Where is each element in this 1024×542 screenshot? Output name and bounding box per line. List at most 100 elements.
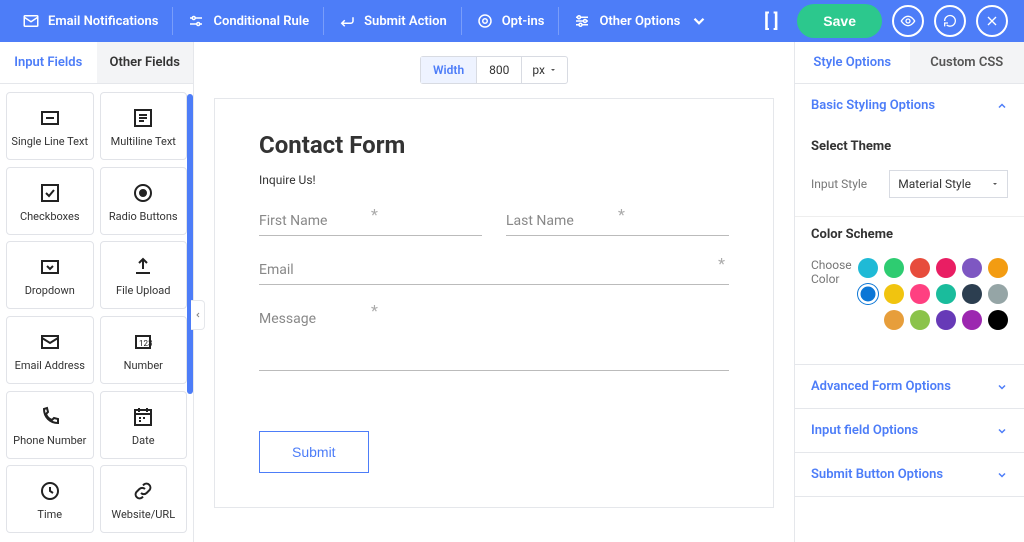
link-icon xyxy=(131,479,155,503)
accordion-title: Basic Styling Options xyxy=(811,98,935,113)
color-swatch[interactable] xyxy=(962,284,982,304)
color-swatch[interactable] xyxy=(858,284,878,304)
field-label: Phone Number xyxy=(13,435,86,447)
mail-icon xyxy=(22,12,40,30)
accordion-title: Input field Options xyxy=(811,423,918,438)
color-swatch[interactable] xyxy=(988,284,1008,304)
form-field-first-name[interactable]: *First Name xyxy=(259,213,482,236)
field-label: Time xyxy=(37,509,62,521)
refresh-icon xyxy=(942,13,958,29)
refresh-button[interactable] xyxy=(934,5,966,37)
form-subtitle: Inquire Us! xyxy=(259,173,729,187)
select-value: Material Style xyxy=(898,177,971,191)
color-swatch[interactable] xyxy=(936,284,956,304)
menu-label: Email Notifications xyxy=(48,14,158,29)
field-website-url[interactable]: Website/URL xyxy=(100,465,188,533)
color-swatch[interactable] xyxy=(910,258,930,278)
field-phone-number[interactable]: Phone Number xyxy=(6,391,94,459)
field-label: Multiline Text xyxy=(111,136,176,148)
clock-icon xyxy=(38,479,62,503)
field-label: File Upload xyxy=(116,285,170,297)
message-textarea[interactable] xyxy=(259,333,729,371)
top-toolbar: Email Notifications Conditional Rule Sub… xyxy=(0,0,1024,42)
close-icon xyxy=(984,13,1000,29)
color-swatch[interactable] xyxy=(910,310,930,330)
accordion-header-submit-button[interactable]: Submit Button Options xyxy=(795,453,1024,496)
envelope-icon xyxy=(38,330,62,354)
unit-label: px xyxy=(532,63,545,77)
submit-action-menu[interactable]: Submit Action xyxy=(324,7,462,35)
menu-label: Conditional Rule xyxy=(213,14,309,29)
field-email-address[interactable]: Email Address xyxy=(6,316,94,384)
color-swatch[interactable] xyxy=(884,310,904,330)
caret-down-icon xyxy=(991,180,999,188)
field-number[interactable]: 123Number xyxy=(100,316,188,384)
sliders-icon xyxy=(187,12,205,30)
field-label: Message xyxy=(259,311,729,333)
field-dropdown[interactable]: Dropdown xyxy=(6,241,94,309)
field-label: Checkboxes xyxy=(20,211,80,223)
choose-color-label: Choose Color xyxy=(811,258,858,286)
accordion-header-advanced[interactable]: Advanced Form Options xyxy=(795,365,1024,408)
color-swatch[interactable] xyxy=(962,310,982,330)
form-field-message[interactable]: *Message xyxy=(259,311,729,375)
field-label: Date xyxy=(132,435,155,447)
width-unit-select[interactable]: px xyxy=(521,57,567,83)
field-time[interactable]: Time xyxy=(6,465,94,533)
form-preview[interactable]: Contact Form Inquire Us! *First Name *La… xyxy=(214,98,774,508)
close-button[interactable] xyxy=(976,5,1008,37)
field-label: Single Line Text xyxy=(11,136,88,148)
chevron-down-icon xyxy=(996,425,1008,437)
accordion-header-input-field[interactable]: Input field Options xyxy=(795,409,1024,452)
input-style-select[interactable]: Material Style xyxy=(889,170,1008,198)
required-asterisk: * xyxy=(371,301,378,320)
return-icon xyxy=(338,12,356,30)
canvas-width-control: Width 800 px xyxy=(420,56,568,84)
field-single-line-text[interactable]: Single Line Text xyxy=(6,92,94,160)
color-swatch[interactable] xyxy=(884,258,904,278)
text-multiline-icon xyxy=(131,106,155,130)
form-field-email[interactable]: *Email xyxy=(259,262,729,285)
field-multiline-text[interactable]: Multiline Text xyxy=(100,92,188,160)
tab-style-options[interactable]: Style Options xyxy=(795,42,910,83)
other-options-menu[interactable]: Other Options xyxy=(559,7,722,35)
chevron-down-icon xyxy=(996,469,1008,481)
tab-custom-css[interactable]: Custom CSS xyxy=(910,42,1024,83)
conditional-rule-menu[interactable]: Conditional Rule xyxy=(173,7,324,35)
field-label: Radio Buttons xyxy=(109,211,178,223)
color-swatch[interactable] xyxy=(936,258,956,278)
color-swatch[interactable] xyxy=(962,258,982,278)
form-field-last-name[interactable]: *Last Name xyxy=(506,213,729,236)
color-swatch[interactable] xyxy=(910,284,930,304)
color-swatch[interactable] xyxy=(858,258,878,278)
field-radio-buttons[interactable]: Radio Buttons xyxy=(100,167,188,235)
preview-button[interactable] xyxy=(892,5,924,37)
field-checkboxes[interactable]: Checkboxes xyxy=(6,167,94,235)
color-swatch[interactable] xyxy=(988,258,1008,278)
collapse-left-panel[interactable] xyxy=(191,300,205,330)
radio-icon xyxy=(131,181,155,205)
tab-input-fields[interactable]: Input Fields xyxy=(0,42,97,83)
menu-label: Other Options xyxy=(599,14,680,29)
color-swatch[interactable] xyxy=(988,310,1008,330)
optins-menu[interactable]: Opt-ins xyxy=(462,7,560,35)
eye-icon xyxy=(900,13,916,29)
color-swatch[interactable] xyxy=(884,284,904,304)
field-date[interactable]: Date xyxy=(100,391,188,459)
accordion-header-basic[interactable]: Basic Styling Options xyxy=(795,84,1024,127)
tab-other-fields[interactable]: Other Fields xyxy=(97,42,194,83)
email-notifications-menu[interactable]: Email Notifications xyxy=(8,7,173,35)
shortcode-button[interactable]: [ ] xyxy=(755,5,787,37)
save-button[interactable]: Save xyxy=(797,4,882,38)
field-file-upload[interactable]: File Upload xyxy=(100,241,188,309)
color-swatch[interactable] xyxy=(936,310,956,330)
required-asterisk: * xyxy=(718,254,725,273)
required-asterisk: * xyxy=(618,205,625,224)
form-submit-button[interactable]: Submit xyxy=(259,431,369,473)
chevron-up-icon xyxy=(996,100,1008,112)
left-scrollbar[interactable] xyxy=(187,94,193,394)
text-line-icon xyxy=(38,106,62,130)
color-swatches xyxy=(858,258,1008,330)
required-asterisk: * xyxy=(371,205,378,224)
width-value[interactable]: 800 xyxy=(476,57,521,83)
